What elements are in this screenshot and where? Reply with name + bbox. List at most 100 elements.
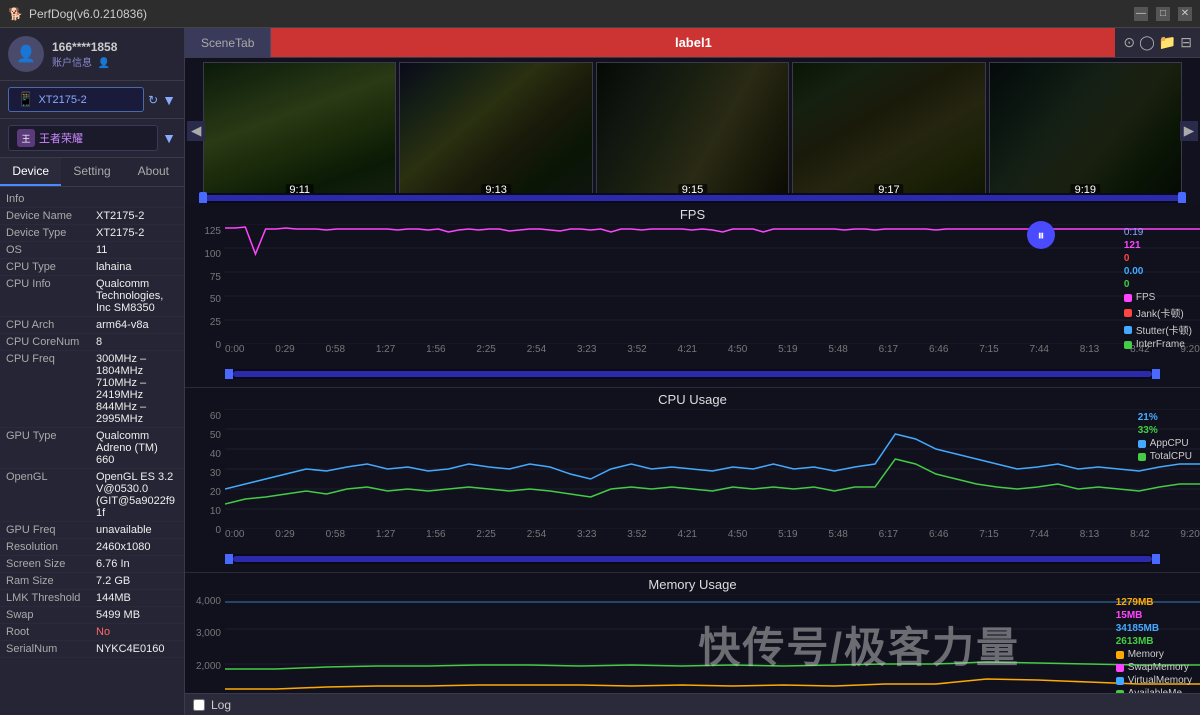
info-label: OpenGL — [6, 471, 96, 519]
info-label: OS — [6, 244, 96, 256]
fps-jank-value: 0 — [1124, 253, 1192, 264]
info-label: Screen Size — [6, 558, 96, 570]
maximize-button[interactable]: □ — [1156, 7, 1170, 21]
info-row: OpenGLOpenGL ES 3.2 V@0530.0 (GIT@5a9022… — [0, 469, 184, 522]
memory-value: 1279MB — [1116, 597, 1192, 608]
tab-device[interactable]: Device — [0, 158, 61, 186]
screenshots-prev-button[interactable]: ◀ — [187, 121, 205, 141]
titlebar-controls: — □ ✕ — [1134, 7, 1192, 21]
screenshot-5[interactable]: 9:19 — [989, 62, 1182, 199]
content-area: SceneTab label1 ⊙ ◯ 📁 ⊟ ◀ 9:11 9:13 9:1 — [185, 28, 1200, 715]
info-value: lahaina — [96, 261, 178, 273]
info-value: 5499 MB — [96, 609, 178, 621]
cpu-chart-svg-wrap: 0:00 0:29 0:58 1:27 1:56 2:25 2:54 3:23 … — [225, 409, 1200, 554]
scene-action-1[interactable]: ⊙ — [1123, 34, 1135, 51]
info-row: RootNo — [0, 624, 184, 641]
scene-action-4[interactable]: ⊟ — [1180, 34, 1192, 51]
cpu-svg — [225, 409, 1200, 529]
scene-action-3[interactable]: 📁 — [1159, 34, 1176, 51]
cpu-chart: CPU Usage 60 50 40 30 20 10 0 — [185, 388, 1200, 573]
game-chip[interactable]: 王 王者荣耀 — [8, 125, 158, 151]
screenshot-3[interactable]: 9:15 — [596, 62, 789, 199]
info-value: Qualcomm Technologies, Inc SM8350 — [96, 278, 178, 314]
user-info: 166****1858 账户信息 👤 — [52, 40, 117, 69]
fps-stutter-value: 0.00 — [1124, 266, 1192, 277]
fps-interframe-value: 0 — [1124, 279, 1192, 290]
game-icon: 王 — [17, 129, 35, 147]
info-value: 7.2 GB — [96, 575, 178, 587]
swap-value: 15MB — [1116, 610, 1192, 621]
screenshot-4[interactable]: 9:17 — [792, 62, 985, 199]
memory-chart-svg-wrap: 0:00 0:29 0:58 1:27 1:56 2:25 2:54 3:23 … — [225, 594, 1200, 693]
screenshot-2[interactable]: 9:13 — [399, 62, 592, 199]
info-row: GPU Frequnavailable — [0, 522, 184, 539]
bottom-bar: Log — [185, 693, 1200, 715]
info-label: Swap — [6, 609, 96, 621]
cpu-chart-title: CPU Usage — [185, 392, 1200, 407]
device-chip[interactable]: 📱 XT2175-2 — [8, 87, 144, 112]
tab-about[interactable]: About — [123, 158, 184, 186]
game-arrow-button[interactable]: ▼ — [162, 130, 176, 146]
info-value — [96, 193, 178, 205]
log-label: Log — [211, 698, 231, 712]
device-arrow-button[interactable]: ▼ — [162, 92, 176, 108]
info-value: No — [96, 626, 178, 638]
fps-value: 121 — [1124, 240, 1192, 251]
close-button[interactable]: ✕ — [1178, 7, 1192, 21]
sidebar-tabs: Device Setting About — [0, 158, 184, 187]
timeline-slider[interactable] — [199, 193, 1186, 203]
info-row: SerialNumNYKC4E0160 — [0, 641, 184, 658]
available-memory-value: 2613MB — [1116, 636, 1192, 647]
virtual-memory-value: 34185MB — [1116, 623, 1192, 634]
fps-legend: 0:19 121 0 0.00 0 FPS Jank(卡顿) Stutter(卡… — [1124, 227, 1192, 350]
info-label: CPU Freq — [6, 353, 96, 425]
tab-setting[interactable]: Setting — [61, 158, 122, 186]
fps-chart-title: FPS — [185, 207, 1200, 222]
main-layout: 👤 166****1858 账户信息 👤 📱 XT2175-2 ↻ ▼ 王 王者… — [0, 28, 1200, 715]
cpu-app-value: 21% — [1138, 412, 1192, 423]
info-row: Device TypeXT2175-2 — [0, 225, 184, 242]
memory-y-axis: 4,000 3,000 2,000 1,000 0 — [185, 594, 225, 693]
info-row: Info — [0, 191, 184, 208]
log-checkbox[interactable] — [193, 699, 205, 711]
info-value: 144MB — [96, 592, 178, 604]
info-row: Screen Size6.76 In — [0, 556, 184, 573]
screenshots-next-button[interactable]: ▶ — [1180, 121, 1198, 141]
info-value: OpenGL ES 3.2 V@0530.0 (GIT@5a9022f91f — [96, 471, 178, 519]
device-info-panel: InfoDevice NameXT2175-2Device TypeXT2175… — [0, 187, 184, 715]
timeline-right-thumb[interactable] — [1178, 192, 1186, 203]
fps-scrollbar-track[interactable] — [233, 371, 1152, 377]
fps-scrollbar-right-btn[interactable] — [1152, 369, 1160, 379]
info-value: XT2175-2 — [96, 210, 178, 222]
label1-area: label1 — [271, 28, 1115, 57]
pause-button[interactable]: ⏸ — [1027, 221, 1055, 249]
fps-y-axis: 125 100 75 50 25 0 — [185, 224, 225, 369]
timeline-left-thumb[interactable] — [199, 192, 207, 203]
minimize-button[interactable]: — — [1134, 7, 1148, 21]
fps-chart-svg-wrap: 0:00 0:29 0:58 1:27 1:56 2:25 2:54 3:23 … — [225, 224, 1200, 369]
charts-area: FPS 125 100 75 50 25 0 — [185, 203, 1200, 693]
info-row: GPU TypeQualcomm Adreno (TM) 660 — [0, 428, 184, 469]
fps-scrollbar[interactable] — [225, 369, 1160, 379]
memory-svg — [225, 594, 1200, 693]
memory-legend: 1279MB 15MB 34185MB 2613MB Memory SwapMe… — [1116, 597, 1192, 693]
account-link[interactable]: 账户信息 👤 — [52, 54, 117, 69]
fps-svg — [225, 224, 1200, 344]
device-refresh-button[interactable]: ↻ — [148, 93, 158, 107]
sidebar: 👤 166****1858 账户信息 👤 📱 XT2175-2 ↻ ▼ 王 王者… — [0, 28, 185, 715]
info-row: Resolution2460x1080 — [0, 539, 184, 556]
fps-chart: FPS 125 100 75 50 25 0 — [185, 203, 1200, 388]
info-label: Info — [6, 193, 96, 205]
screenshot-1[interactable]: 9:11 — [203, 62, 396, 199]
info-row: OS11 — [0, 242, 184, 259]
info-label: CPU Info — [6, 278, 96, 314]
info-value: arm64-v8a — [96, 319, 178, 331]
info-row: CPU Typelahaina — [0, 259, 184, 276]
user-name: 166****1858 — [52, 40, 117, 54]
scene-tab-label: SceneTab — [185, 28, 271, 57]
cpu-scrollbar[interactable] — [225, 554, 1160, 564]
fps-x-axis: 0:00 0:29 0:58 1:27 1:56 2:25 2:54 3:23 … — [225, 344, 1200, 355]
info-row: CPU CoreNum8 — [0, 334, 184, 351]
scene-action-2[interactable]: ◯ — [1139, 34, 1155, 51]
fps-scrollbar-left-btn[interactable] — [225, 369, 233, 379]
